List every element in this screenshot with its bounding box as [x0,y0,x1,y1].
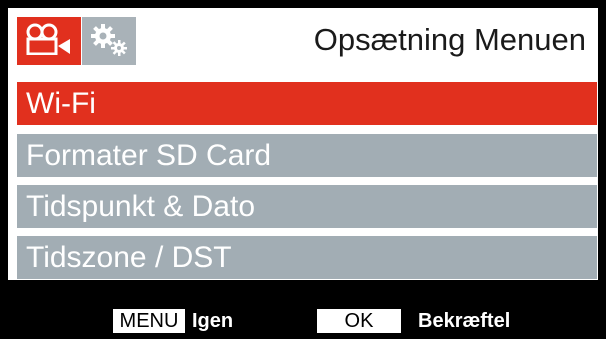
video-camera-icon [25,23,73,60]
tab-video[interactable] [17,17,81,65]
ok-key-button[interactable]: OK [317,309,401,333]
ok-key-action: Bekræftel [418,310,511,332]
menu-item-wifi[interactable]: Wi-Fi [17,82,597,125]
menu-header: Opsætning Menuen [8,8,598,66]
footer-hints: MENU Igen OK Bekræftel [0,282,606,339]
dashcam-screen: Opsætning Menuen Wi-Fi Formater SD Card … [0,0,606,339]
menu-item-time-date[interactable]: Tidspunkt & Dato [17,185,597,228]
gears-icon [89,22,129,61]
tab-settings[interactable] [82,17,136,65]
page-title: Opsætning Menuen [313,22,586,57]
menu-item-timezone-dst[interactable]: Tidszone / DST [17,236,597,279]
menu-key-button[interactable]: MENU [113,309,185,333]
menu-key-action: Igen [192,310,234,332]
settings-menu-list: Wi-Fi Formater SD Card Tidspunkt & Dato … [8,66,598,280]
menu-item-format-sd-card[interactable]: Formater SD Card [17,134,597,177]
